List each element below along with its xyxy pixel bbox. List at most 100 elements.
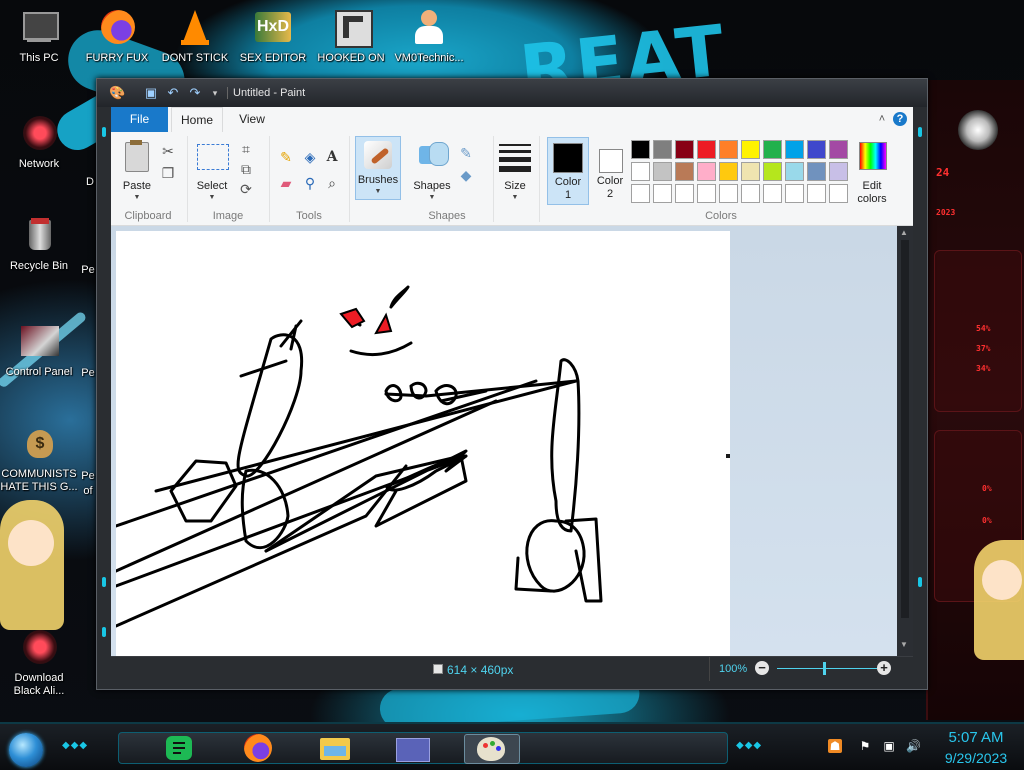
palette-swatch[interactable] — [653, 162, 672, 181]
edit-colors-button[interactable] — [855, 140, 889, 170]
desktop-icon-furry-fux[interactable]: FURRY FUX — [78, 8, 156, 65]
palette-swatch[interactable] — [697, 184, 716, 203]
tab-home[interactable]: Home — [171, 107, 223, 134]
palette-swatch[interactable] — [763, 184, 782, 203]
drawing-canvas[interactable] — [114, 231, 730, 656]
palette-swatch[interactable] — [829, 162, 848, 181]
palette-swatch[interactable] — [785, 184, 804, 203]
palette-swatch[interactable] — [719, 162, 738, 181]
palette-swatch[interactable] — [719, 140, 738, 159]
green-app-taskbar-button[interactable] — [164, 734, 194, 762]
paint-app-icon[interactable]: 🎨 — [109, 85, 125, 101]
color2-button[interactable]: Color 2 — [591, 137, 629, 203]
volume-icon[interactable]: 🔊 — [906, 739, 921, 753]
palette-swatch[interactable] — [763, 162, 782, 181]
palette-swatch[interactable] — [785, 162, 804, 181]
paste-dropdown-caret[interactable]: ▼ — [117, 194, 157, 201]
collapse-ribbon-icon[interactable]: ˄ — [875, 112, 889, 126]
fill-icon[interactable]: ◆ — [457, 166, 475, 184]
firefox-taskbar-button[interactable] — [242, 734, 272, 762]
desktop-icon-this-pc[interactable]: This PC — [0, 8, 78, 65]
palette-swatch[interactable] — [697, 140, 716, 159]
paint-window[interactable]: 🎨 ▣ ↶ ↷ ▾ Untitled - Paint File Home Vie… — [96, 78, 928, 690]
size-button[interactable] — [499, 144, 531, 172]
zoom-in-button[interactable]: + — [877, 661, 891, 675]
outline-icon[interactable]: ✎ — [457, 144, 475, 162]
vertical-scrollbar[interactable]: ▲ ▼ — [897, 226, 913, 656]
color1-button[interactable]: Color 1 — [547, 137, 589, 205]
zoom-out-button[interactable]: − — [755, 661, 769, 675]
palette-swatch[interactable] — [675, 140, 694, 159]
cut-icon[interactable]: ✂ — [159, 142, 177, 160]
scrollbar-thumb[interactable] — [901, 240, 909, 618]
redo-icon[interactable]: ↷ — [187, 85, 203, 101]
canvas-resize-handle[interactable] — [726, 454, 730, 458]
palette-swatch[interactable] — [807, 184, 826, 203]
scroll-down-icon[interactable]: ▼ — [900, 640, 908, 649]
color-picker-icon[interactable]: ⚲ — [301, 174, 319, 192]
palette-swatch[interactable] — [807, 162, 826, 181]
brushes-dropdown-caret[interactable]: ▼ — [356, 188, 400, 195]
palette-swatch[interactable] — [631, 140, 650, 159]
palette-swatch[interactable] — [697, 162, 716, 181]
palette-swatch[interactable] — [653, 140, 672, 159]
save-icon[interactable]: ▣ — [143, 85, 159, 101]
fill-bucket-icon[interactable]: ◈ — [301, 148, 319, 166]
palette-swatch[interactable] — [785, 140, 804, 159]
tray-app-icon[interactable]: ☗ — [828, 739, 842, 753]
desktop-icon-network[interactable]: Network — [0, 114, 78, 171]
start-orb-button[interactable] — [9, 733, 43, 767]
help-icon[interactable]: ? — [893, 112, 907, 126]
customize-toolbar-icon[interactable]: ▾ — [207, 85, 223, 101]
tab-view[interactable]: View — [235, 107, 269, 132]
network-icon[interactable]: ▣ — [882, 739, 896, 753]
desktop-icon-control-panel[interactable]: Control Panel — [0, 322, 78, 379]
palette-swatch[interactable] — [829, 140, 848, 159]
palette-swatch[interactable] — [653, 184, 672, 203]
eraser-icon[interactable]: ▰ — [277, 174, 295, 192]
text-tool-icon[interactable]: A — [323, 148, 341, 166]
resize-icon[interactable]: ⧉ — [237, 160, 255, 178]
paint-taskbar-button[interactable] — [464, 734, 520, 764]
clock-time[interactable]: 5:07 AM — [936, 729, 1016, 746]
window-app-taskbar-button[interactable] — [392, 734, 432, 762]
scroll-up-icon[interactable]: ▲ — [900, 228, 908, 237]
desktop-icon-hooked-on[interactable]: HOOKED ON — [312, 8, 390, 65]
size-dropdown-caret[interactable]: ▼ — [495, 194, 535, 201]
desktop-icon-vm0technic[interactable]: VM0Technic... — [390, 8, 468, 65]
brushes-button[interactable]: Brushes ▼ — [355, 136, 401, 200]
file-explorer-taskbar-button[interactable] — [320, 734, 350, 762]
magnifier-icon[interactable]: ⌕ — [323, 174, 341, 192]
copy-icon[interactable]: ❐ — [159, 164, 177, 182]
desktop-icon-sex-editor[interactable]: HxD SEX EDITOR — [234, 8, 312, 65]
palette-swatch[interactable] — [807, 140, 826, 159]
palette-swatch[interactable] — [631, 184, 650, 203]
crop-icon[interactable]: ⌗ — [237, 140, 255, 158]
desktop-icon-communists[interactable]: $ COMMUNISTS HATE THIS G... — [0, 424, 78, 494]
tab-file[interactable]: File — [111, 107, 168, 132]
shapes-button[interactable] — [419, 142, 449, 168]
undo-icon[interactable]: ↶ — [165, 85, 181, 101]
palette-swatch[interactable] — [741, 162, 760, 181]
palette-swatch[interactable] — [675, 162, 694, 181]
zoom-slider-track[interactable] — [777, 668, 877, 669]
title-bar[interactable]: 🎨 ▣ ↶ ↷ ▾ Untitled - Paint — [97, 79, 927, 107]
palette-swatch[interactable] — [741, 184, 760, 203]
pencil-icon[interactable]: ✎ — [277, 148, 295, 166]
shapes-dropdown-caret[interactable]: ▼ — [409, 194, 455, 201]
flag-icon[interactable]: ⚑ — [858, 739, 872, 753]
desktop-icon-dont-stick[interactable]: DONT STICK — [156, 8, 234, 65]
clock-date[interactable]: 9/29/2023 — [936, 750, 1016, 766]
palette-swatch[interactable] — [763, 140, 782, 159]
palette-swatch[interactable] — [829, 184, 848, 203]
desktop-icon-recycle-bin[interactable]: Recycle Bin — [0, 216, 78, 273]
select-dropdown-caret[interactable]: ▼ — [191, 194, 233, 201]
palette-swatch[interactable] — [631, 162, 650, 181]
rotate-icon[interactable]: ⟳ — [237, 180, 255, 198]
select-button[interactable] — [197, 144, 229, 170]
paste-button[interactable] — [121, 140, 151, 174]
palette-swatch[interactable] — [719, 184, 738, 203]
zoom-slider-thumb[interactable] — [823, 662, 826, 675]
palette-swatch[interactable] — [741, 140, 760, 159]
palette-swatch[interactable] — [675, 184, 694, 203]
